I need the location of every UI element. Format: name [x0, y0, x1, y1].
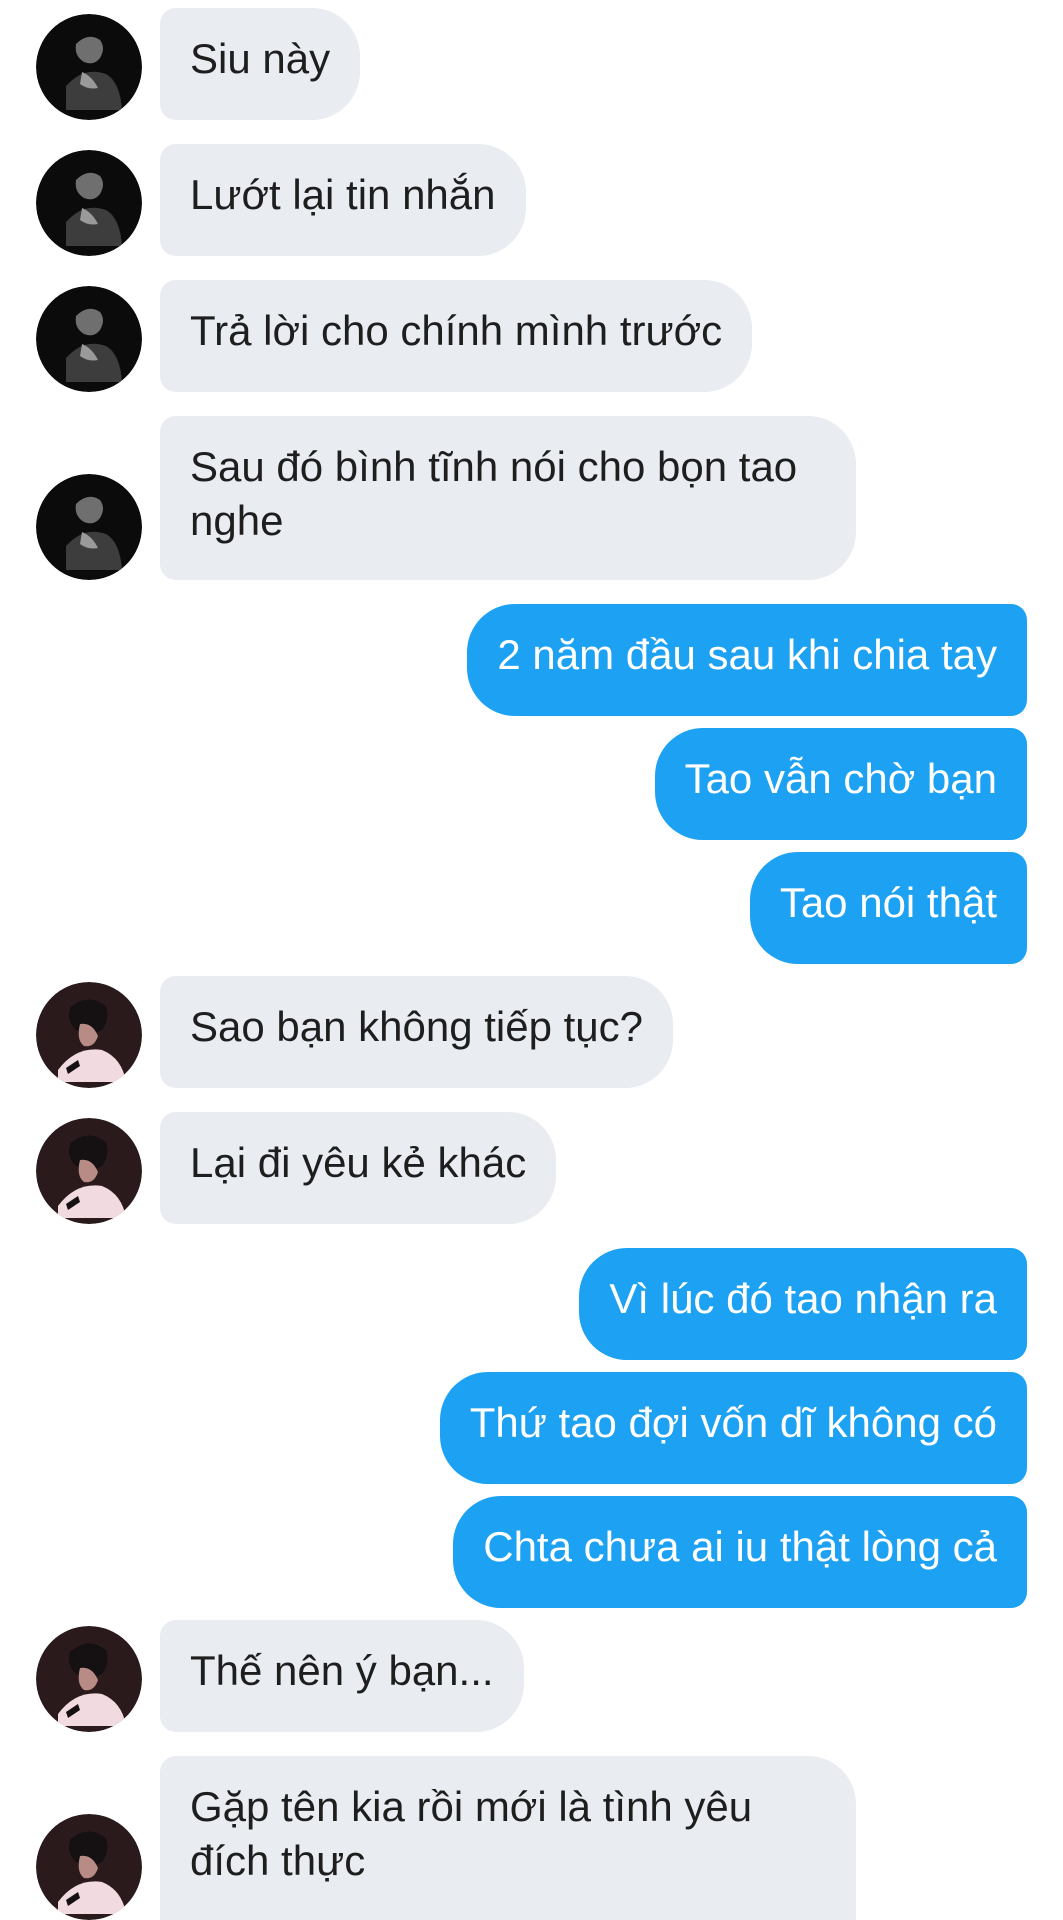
- avatar-pink-icon: [36, 1814, 142, 1920]
- avatar-pink-icon: [36, 1118, 142, 1224]
- message-text: Lướt lại tin nhắn: [190, 171, 496, 218]
- contact-avatar[interactable]: [36, 150, 142, 256]
- contact-avatar[interactable]: [36, 1118, 142, 1224]
- contact-avatar[interactable]: [36, 1626, 142, 1732]
- avatar-dark-icon: [36, 474, 142, 580]
- avatar-dark-icon: [36, 150, 142, 256]
- message-bubble[interactable]: Trả lời cho chính mình trước: [160, 280, 753, 392]
- contact-avatar[interactable]: [36, 982, 142, 1088]
- message-text: Sau đó bình tĩnh nói cho bọn tao nghe: [190, 443, 798, 544]
- message-bubble[interactable]: Lại đi yêu kẻ khác: [160, 1112, 557, 1224]
- message-bubble[interactable]: Lướt lại tin nhắn: [160, 144, 526, 256]
- avatar-pink-icon: [36, 1626, 142, 1732]
- message-bubble-sent[interactable]: 2 năm đầu sau khi chia tay: [467, 604, 1027, 716]
- message-text: 2 năm đầu sau khi chia tay: [497, 631, 997, 678]
- contact-avatar[interactable]: [36, 286, 142, 392]
- message-bubble-sent[interactable]: Thứ tao đợi vốn dĩ không có: [439, 1372, 1027, 1484]
- message-text: Thế nên ý bạn...: [190, 1647, 494, 1694]
- message-bubble-sent[interactable]: Vì lúc đó tao nhận ra: [579, 1248, 1027, 1360]
- message-text: Thứ tao đợi vốn dĩ không có: [469, 1399, 997, 1446]
- message-text: Chta chưa ai iu thật lòng cả: [483, 1523, 997, 1570]
- contact-avatar[interactable]: [36, 474, 142, 580]
- message-bubble[interactable]: Siu này: [160, 8, 361, 120]
- message-text: Sao bạn không tiếp tục?: [190, 1003, 644, 1050]
- avatar-dark-icon: [36, 286, 142, 392]
- avatar-pink-icon: [36, 982, 142, 1088]
- message-text: Vì lúc đó tao nhận ra: [609, 1275, 997, 1322]
- message-bubble[interactable]: Thế nên ý bạn...: [160, 1620, 524, 1732]
- message-bubble-sent[interactable]: Tao vẫn chờ bạn: [654, 728, 1027, 840]
- message-text: Lại đi yêu kẻ khác: [190, 1139, 527, 1186]
- message-bubble-sent[interactable]: Chta chưa ai iu thật lòng cả: [453, 1496, 1027, 1608]
- message-bubble[interactable]: Sau đó bình tĩnh nói cho bọn tao nghe: [160, 416, 856, 580]
- message-bubble[interactable]: Gặp tên kia rồi mới là tình yêu đích thự…: [160, 1756, 856, 1920]
- contact-avatar[interactable]: [36, 14, 142, 120]
- message-text: Trả lời cho chính mình trước: [190, 307, 723, 354]
- message-text: Siu này: [190, 35, 331, 82]
- message-bubble-sent[interactable]: Tao nói thật: [749, 852, 1027, 964]
- message-text: Tao vẫn chờ bạn: [684, 755, 997, 802]
- contact-avatar[interactable]: [36, 1814, 142, 1920]
- message-text: Tao nói thật: [779, 879, 997, 926]
- avatar-dark-icon: [36, 14, 142, 120]
- message-text: Gặp tên kia rồi mới là tình yêu đích thự…: [190, 1783, 753, 1884]
- message-bubble[interactable]: Sao bạn không tiếp tục?: [160, 976, 674, 1088]
